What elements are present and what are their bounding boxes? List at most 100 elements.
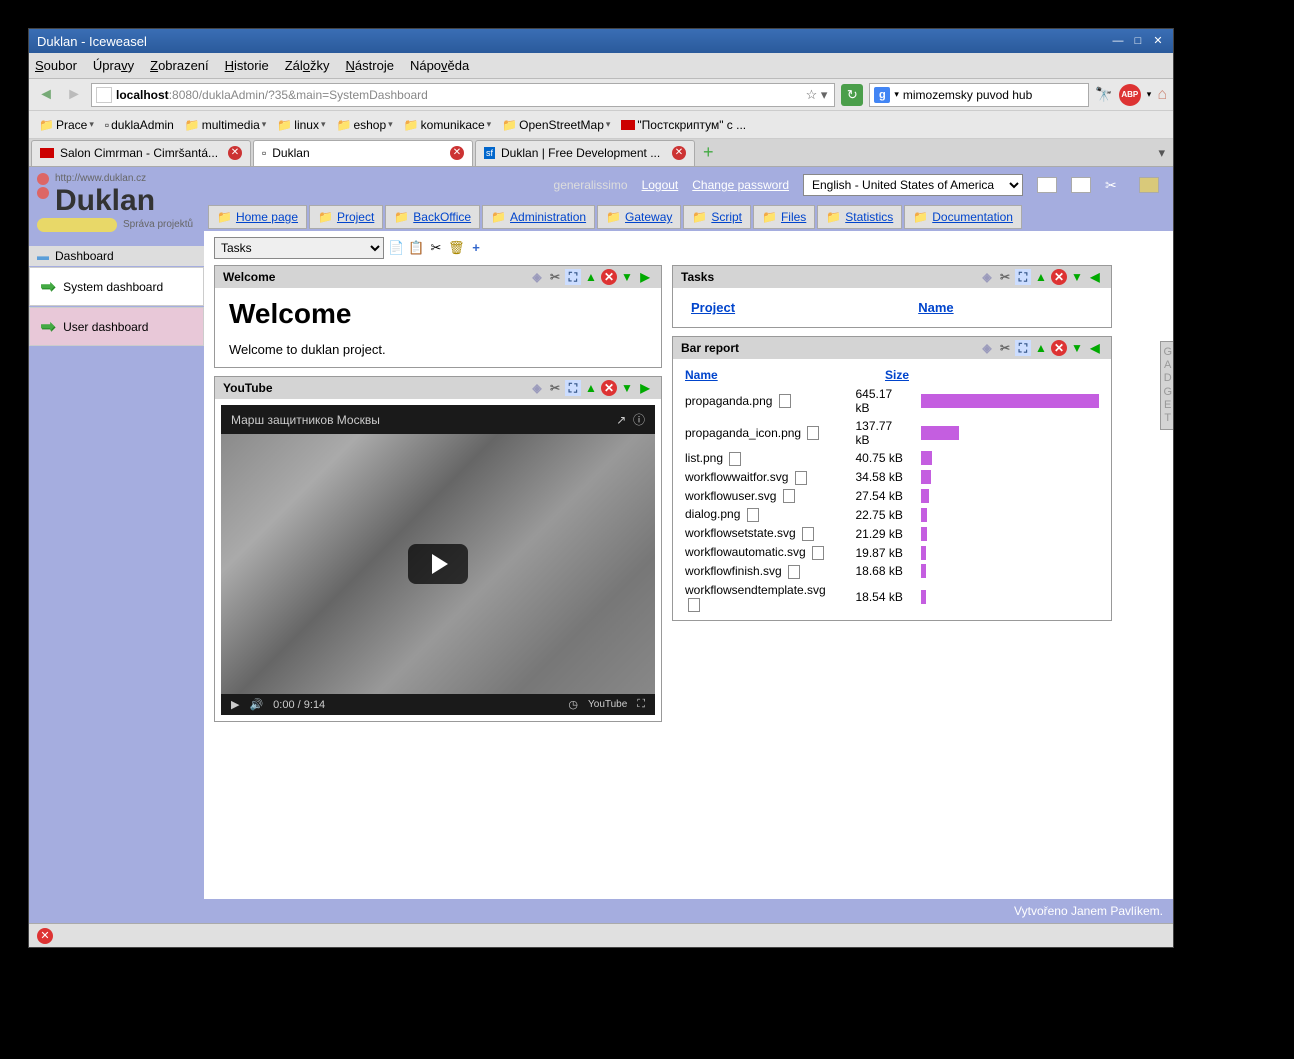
search-input[interactable]: mimozemsky puvod hub	[903, 88, 1084, 102]
right-icon[interactable]: ▶	[637, 380, 653, 396]
col-size-header[interactable]: Size	[885, 368, 909, 382]
close-widget-icon[interactable]: ✕	[601, 380, 617, 396]
cut-icon[interactable]: ✂	[428, 240, 444, 256]
file-icon[interactable]	[747, 508, 759, 522]
share-icon[interactable]: ↗	[616, 413, 626, 427]
play-button[interactable]	[408, 544, 468, 584]
down-icon[interactable]: ▼	[1069, 269, 1085, 285]
nav-tab[interactable]: 📁Administration	[482, 205, 595, 229]
up-icon[interactable]: ▲	[583, 380, 599, 396]
file-icon[interactable]	[812, 546, 824, 560]
close-widget-icon[interactable]: ✕	[1051, 269, 1067, 285]
url-dropdown-icon[interactable]: ☆ ▾	[803, 87, 831, 103]
bookmark-item[interactable]: 📁komunikace▾	[400, 116, 496, 134]
file-icon[interactable]	[729, 452, 741, 466]
tab-close-icon[interactable]: ✕	[450, 146, 464, 160]
volume-icon[interactable]: 🔊	[249, 698, 263, 711]
video-area[interactable]	[221, 434, 655, 694]
file-icon[interactable]	[783, 489, 795, 503]
adblock-icon[interactable]: ABP	[1119, 84, 1141, 106]
down-icon[interactable]: ▼	[619, 269, 635, 285]
gadget-tab[interactable]: GADGET	[1160, 341, 1173, 430]
home-icon[interactable]: ⌂	[1157, 86, 1167, 104]
expand-icon[interactable]: ⛶	[565, 269, 581, 285]
tab-add-button[interactable]: +	[697, 142, 720, 163]
fullscreen-icon[interactable]: ⛶	[637, 698, 645, 711]
bookmark-item[interactable]: 📁linux▾	[273, 116, 329, 134]
nav-tab[interactable]: 📁Home page	[208, 205, 307, 229]
bookmark-item[interactable]: ▫duklaAdmin	[101, 116, 178, 134]
menu-history[interactable]: Historie	[225, 58, 269, 73]
col-name-header[interactable]: Name	[685, 368, 718, 382]
youtube-logo-icon[interactable]: YouTube	[588, 699, 627, 710]
browser-tab[interactable]: ▫Duklan✕	[253, 140, 473, 166]
right-icon[interactable]: ▶	[637, 269, 653, 285]
file-icon[interactable]	[795, 471, 807, 485]
left-icon[interactable]: ◀	[1087, 340, 1103, 356]
settings-icon[interactable]: ✂	[547, 380, 563, 396]
forward-button[interactable]: ►	[63, 84, 85, 106]
menu-view[interactable]: Zobrazení	[150, 58, 209, 73]
menu-bookmarks[interactable]: Záložky	[285, 58, 330, 73]
left-icon[interactable]: ◀	[1087, 269, 1103, 285]
menu-edit[interactable]: Úpravy	[93, 58, 134, 73]
search-box[interactable]: g ▾ mimozemsky puvod hub	[869, 83, 1089, 107]
close-widget-icon[interactable]: ✕	[601, 269, 617, 285]
info-icon[interactable]: ⓘ	[633, 413, 645, 427]
sidebar-item[interactable]: ➡System dashboard	[29, 267, 204, 306]
logout-link[interactable]: Logout	[642, 178, 679, 192]
settings-icon[interactable]: ✂	[547, 269, 563, 285]
back-button[interactable]: ◄	[35, 84, 57, 106]
close-icon[interactable]: ✕	[1151, 34, 1165, 48]
expand-icon[interactable]: ⛶	[1015, 269, 1031, 285]
reload-button[interactable]: ↻	[841, 84, 863, 106]
sidebar-item[interactable]: ➡User dashboard	[29, 307, 204, 346]
new-icon[interactable]: 📄	[388, 240, 404, 256]
expand-icon[interactable]: ⛶	[565, 380, 581, 396]
url-box[interactable]: localhost:8080/duklaAdmin/?35&main=Syste…	[91, 83, 835, 107]
bookmark-item[interactable]: 📁Prace▾	[35, 116, 98, 134]
file-icon[interactable]	[807, 426, 819, 440]
header-doc-icon[interactable]	[1071, 177, 1091, 193]
file-icon[interactable]	[688, 598, 700, 612]
nav-tab[interactable]: 📁Gateway	[597, 205, 681, 229]
up-icon[interactable]: ▲	[1033, 340, 1049, 356]
move-icon[interactable]: ◈	[979, 340, 995, 356]
minimize-icon[interactable]: —	[1111, 34, 1125, 48]
move-icon[interactable]: ◈	[529, 269, 545, 285]
browser-tab[interactable]: Salon Cimrman - Cimršantá...✕	[31, 140, 251, 166]
sidebar-section-header[interactable]: ▬ Dashboard	[29, 246, 204, 266]
col-name[interactable]: Name	[918, 300, 953, 315]
settings-icon[interactable]: ✂	[997, 340, 1013, 356]
status-error-icon[interactable]: ✕	[37, 928, 53, 944]
tab-close-icon[interactable]: ✕	[228, 146, 242, 160]
bookmark-item[interactable]: 📁OpenStreetMap▾	[498, 116, 614, 134]
binoculars-icon[interactable]: 🔭	[1095, 86, 1112, 103]
nav-tab[interactable]: 📁Documentation	[904, 205, 1022, 229]
settings-icon[interactable]: ✂	[997, 269, 1013, 285]
change-password-link[interactable]: Change password	[692, 178, 789, 192]
move-icon[interactable]: ◈	[529, 380, 545, 396]
header-trash-icon[interactable]	[1139, 177, 1159, 193]
play-control-icon[interactable]: ▶	[231, 698, 239, 711]
expand-icon[interactable]: ⛶	[1015, 340, 1031, 356]
file-icon[interactable]	[802, 527, 814, 541]
search-dropdown-icon[interactable]: ▾	[894, 89, 899, 100]
browser-tab[interactable]: sfDuklan | Free Development ...✕	[475, 140, 695, 166]
nav-tab[interactable]: 📁Project	[309, 205, 383, 229]
tabs-dropdown-icon[interactable]: ▾	[1152, 145, 1171, 161]
file-icon[interactable]	[788, 565, 800, 579]
col-project[interactable]: Project	[691, 300, 735, 315]
maximize-icon[interactable]: □	[1131, 34, 1145, 48]
nav-tab[interactable]: 📁Statistics	[817, 205, 902, 229]
menu-tools[interactable]: Nástroje	[346, 58, 394, 73]
bookmark-item[interactable]: "Постскриптум" с ...	[617, 116, 750, 134]
up-icon[interactable]: ▲	[1033, 269, 1049, 285]
copy-icon[interactable]: 📋	[408, 240, 424, 256]
tab-close-icon[interactable]: ✕	[672, 146, 686, 160]
workspace-select[interactable]: Tasks	[214, 237, 384, 259]
move-icon[interactable]: ◈	[979, 269, 995, 285]
language-select[interactable]: English - United States of America	[803, 174, 1023, 196]
watch-later-icon[interactable]: ◷	[568, 698, 578, 711]
nav-tab[interactable]: 📁BackOffice	[385, 205, 480, 229]
